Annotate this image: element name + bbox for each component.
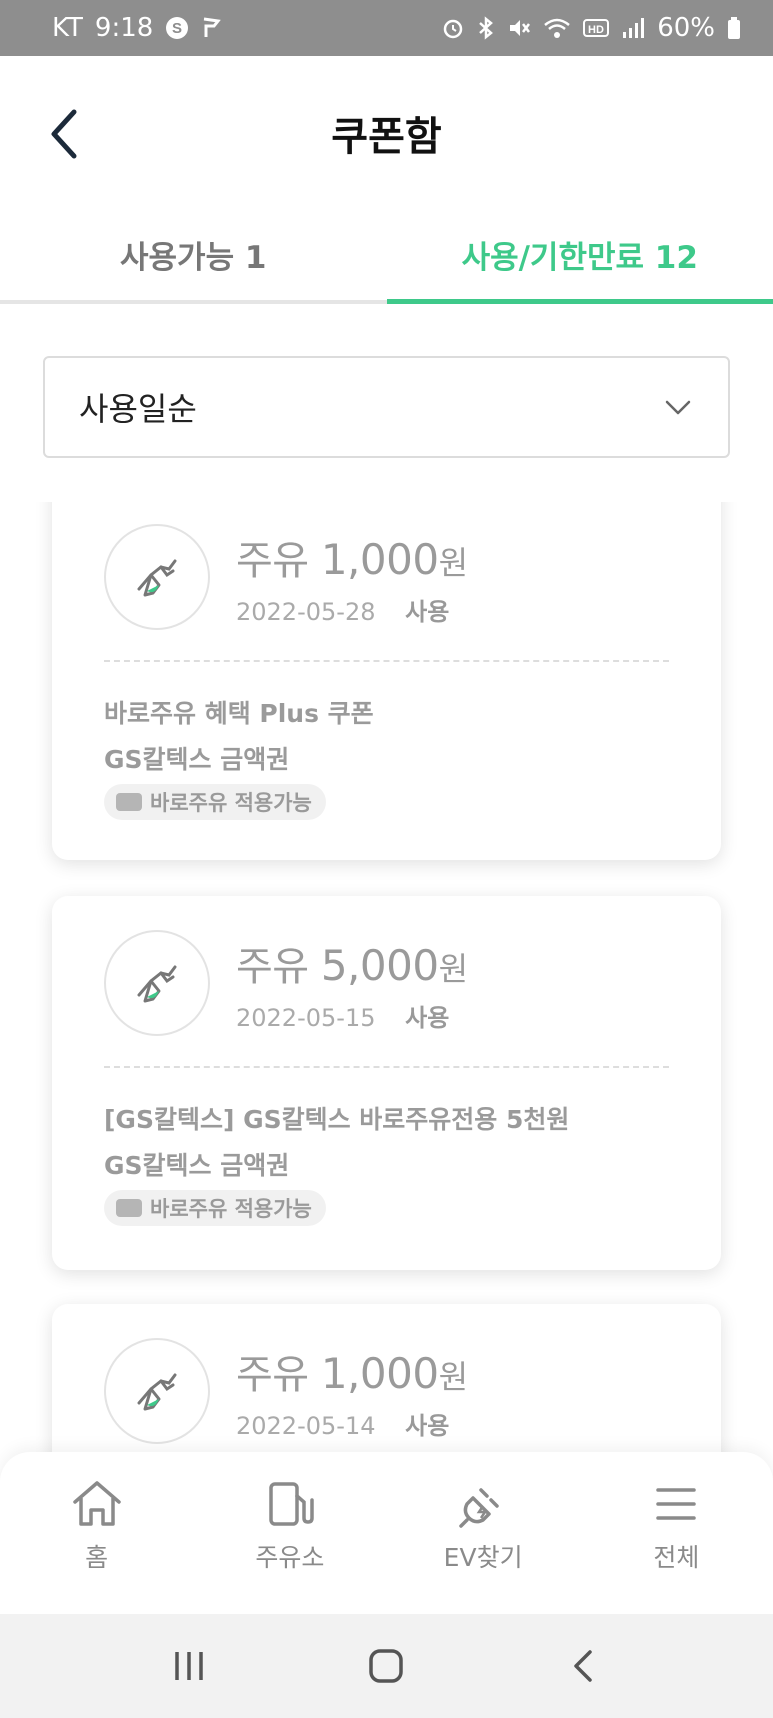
coupon-type: GS칼텍스 금액권 xyxy=(104,745,290,774)
sort-dropdown[interactable]: 사용일순 xyxy=(43,356,730,458)
coupon-card[interactable]: 주유 5,000원 2022-05-15 사용 [GS칼텍스] GS칼텍스 바로… xyxy=(52,896,721,1270)
badge-label: 바로주유 적용가능 xyxy=(150,1197,312,1221)
coupon-meta: 2022-05-14 사용 xyxy=(236,1406,449,1441)
signal-icon xyxy=(621,16,645,40)
recent-apps-icon xyxy=(175,1652,203,1680)
card-icon xyxy=(116,793,142,811)
coupon-card[interactable]: 주유 1,000원 2022-05-14 사용 xyxy=(52,1304,721,1452)
coupon-name: 바로주유 혜택 Plus 쿠폰 xyxy=(104,699,374,728)
nav-gas-station[interactable]: 주유소 xyxy=(193,1452,386,1614)
recent-apps-button[interactable] xyxy=(159,1636,219,1696)
sort-selected-value: 사용일순 xyxy=(79,390,197,428)
svg-text:S: S xyxy=(172,20,182,37)
fuel-nozzle-icon-circle xyxy=(104,1338,210,1444)
amount-value: 1,000 xyxy=(320,535,439,584)
coupon-state: 사용 xyxy=(405,1004,450,1032)
nav-home-label: 홈 xyxy=(85,1543,109,1572)
hd-voice-icon: HD xyxy=(583,18,610,38)
battery-icon xyxy=(727,16,741,40)
app-header: 쿠폰함 xyxy=(0,56,773,206)
svg-text:HD: HD xyxy=(588,24,604,36)
fuel-nozzle-icon xyxy=(137,965,177,1003)
carrier-label: KT xyxy=(52,13,83,43)
nav-gas-station-label: 주유소 xyxy=(255,1543,325,1572)
status-bar: KT 9:18 S HD 60% xyxy=(0,0,773,56)
coupon-state: 사용 xyxy=(405,598,450,626)
dashed-divider xyxy=(104,660,669,662)
fuel-nozzle-icon xyxy=(137,559,177,597)
amount-currency: 원 xyxy=(438,950,468,988)
tab-available[interactable]: 사용가능 1 xyxy=(0,206,387,300)
coupon-amount: 주유 1,000원 xyxy=(236,1342,468,1400)
card-icon xyxy=(116,1199,142,1217)
chevron-down-icon xyxy=(665,400,691,415)
coupon-date: 2022-05-15 xyxy=(236,1004,376,1032)
gas-station-icon xyxy=(269,1482,314,1526)
bottom-nav: 홈 주유소 EV찾기 전체 xyxy=(0,1452,773,1614)
badge-label: 바로주유 적용가능 xyxy=(150,791,312,815)
nav-all-menu[interactable]: 전체 xyxy=(580,1452,773,1614)
mute-icon xyxy=(507,16,531,40)
flag-notification-icon xyxy=(201,17,222,39)
page-title: 쿠폰함 xyxy=(331,114,442,160)
amount-value: 1,000 xyxy=(320,1349,439,1398)
applicable-badge: 바로주유 적용가능 xyxy=(104,784,326,820)
nav-ev-find[interactable]: EV찾기 xyxy=(387,1452,580,1614)
alarm-icon xyxy=(441,16,465,40)
dashed-divider xyxy=(104,1066,669,1068)
amount-prefix: 주유 xyxy=(236,1352,309,1398)
nav-home[interactable]: 홈 xyxy=(0,1452,193,1614)
fuel-nozzle-icon-circle xyxy=(104,930,210,1036)
amount-value: 5,000 xyxy=(320,941,439,990)
bluetooth-icon xyxy=(477,16,495,40)
battery-percent: 60% xyxy=(657,13,715,43)
coupon-name: [GS칼텍스] GS칼텍스 바로주유전용 5천원 xyxy=(104,1105,570,1134)
nav-all-menu-label: 전체 xyxy=(653,1543,700,1572)
coupon-state: 사용 xyxy=(405,1412,450,1440)
coupon-amount: 주유 1,000원 xyxy=(236,528,468,586)
menu-icon xyxy=(656,1488,697,1520)
applicable-badge: 바로주유 적용가능 xyxy=(104,1190,326,1226)
coupon-card[interactable]: 주유 1,000원 2022-05-28 사용 바로주유 혜택 Plus 쿠폰 … xyxy=(52,502,721,860)
fuel-nozzle-icon xyxy=(137,1373,177,1411)
home-icon xyxy=(72,1481,121,1526)
clock: 9:18 xyxy=(94,13,154,43)
coupon-amount: 주유 5,000원 xyxy=(236,934,468,992)
coupon-meta: 2022-05-28 사용 xyxy=(236,592,449,627)
coupon-meta: 2022-05-15 사용 xyxy=(236,998,449,1033)
home-system-button[interactable] xyxy=(356,1636,416,1696)
back-chevron-icon xyxy=(574,1650,592,1682)
ev-plug-icon xyxy=(459,1488,499,1528)
coupon-type: GS칼텍스 금액권 xyxy=(104,1151,290,1180)
amount-currency: 원 xyxy=(438,544,468,582)
coupon-date: 2022-05-28 xyxy=(236,598,376,626)
coupon-list[interactable]: 주유 1,000원 2022-05-28 사용 바로주유 혜택 Plus 쿠폰 … xyxy=(0,502,773,1452)
wifi-icon xyxy=(543,16,571,40)
amount-prefix: 주유 xyxy=(236,538,309,584)
system-nav-bar xyxy=(0,1614,773,1718)
coupon-date: 2022-05-14 xyxy=(236,1412,376,1440)
home-square-icon xyxy=(369,1649,404,1683)
tab-used-expired[interactable]: 사용/기한만료 12 xyxy=(386,206,773,304)
nav-ev-find-label: EV찾기 xyxy=(443,1543,523,1572)
app-notification-icon: S xyxy=(165,16,189,40)
system-back-button[interactable] xyxy=(554,1636,614,1696)
coupon-tabs: 사용가능 1 사용/기한만료 12 xyxy=(0,206,773,304)
amount-prefix: 주유 xyxy=(236,944,309,990)
amount-currency: 원 xyxy=(438,1358,468,1396)
fuel-nozzle-icon-circle xyxy=(104,524,210,630)
